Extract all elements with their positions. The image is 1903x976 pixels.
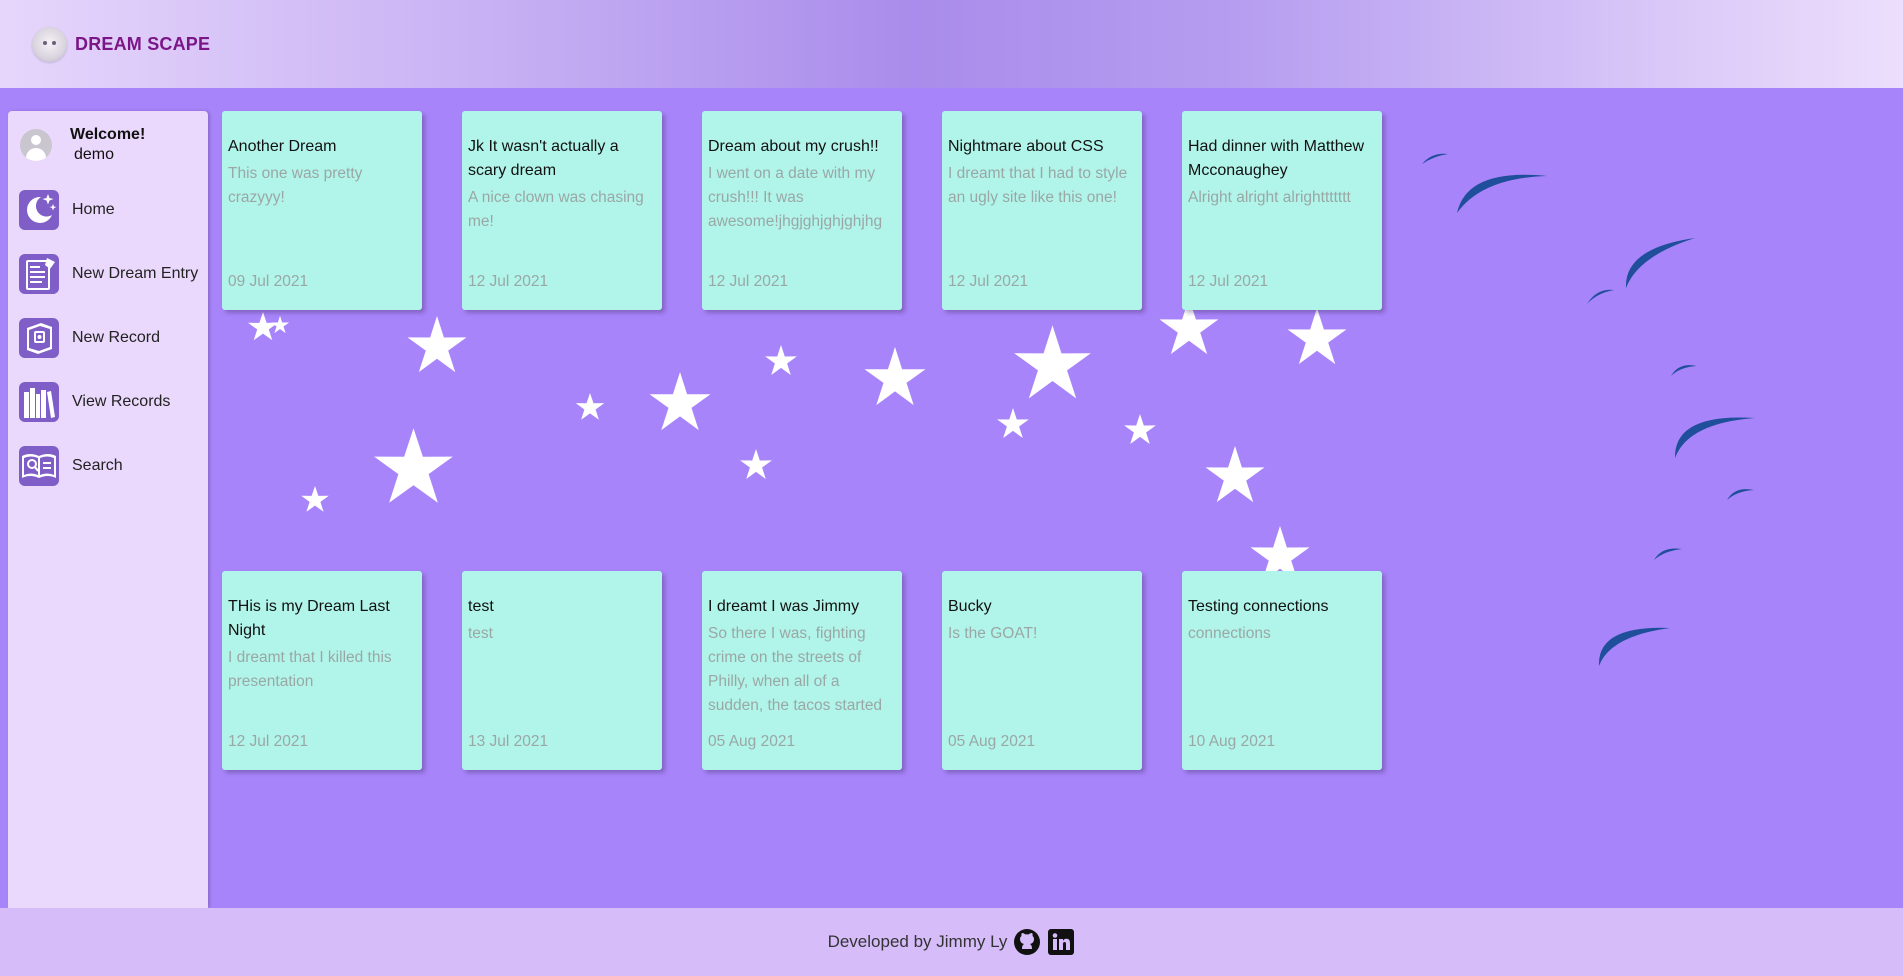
dream-title: THis is my Dream Last Night	[228, 598, 390, 639]
dream-card[interactable]: THis is my Dream Last Night I dreamt tha…	[222, 571, 422, 770]
dream-date: 10 Aug 2021	[1188, 733, 1280, 751]
dream-date: 13 Jul 2021	[468, 733, 553, 751]
dream-title: Testing connections	[1188, 598, 1329, 615]
dream-date: 09 Jul 2021	[228, 273, 313, 291]
dream-body: connections	[1188, 625, 1271, 642]
sidebar-item-label: Search	[72, 457, 123, 474]
github-icon[interactable]	[1013, 928, 1041, 956]
dream-date: 12 Jul 2021	[948, 273, 1033, 291]
dream-card[interactable]: Testing connections connections 10 Aug 2…	[1182, 571, 1382, 770]
sidebar-item-label: New Record	[72, 329, 161, 346]
dream-body: I dreamt that I killed this presentation	[228, 649, 392, 690]
dream-card[interactable]: Dream about my crush!! I went on a date …	[702, 111, 902, 310]
dream-card[interactable]: Jk It wasn't actually a scary dream A ni…	[462, 111, 662, 310]
app-logo[interactable]: DREAM SCAPE	[32, 26, 211, 62]
dream-card[interactable]: test test 13 Jul 2021	[462, 571, 662, 770]
sidebar-item-new-dream-entry[interactable]: New Dream Entry	[19, 254, 198, 294]
dream-date: 05 Aug 2021	[948, 733, 1040, 751]
dream-date: 12 Jul 2021	[1188, 273, 1273, 291]
dream-body: So there I was, fighting crime on the st…	[708, 625, 883, 714]
dream-date: 12 Jul 2021	[228, 733, 313, 751]
dream-card[interactable]: Nightmare about CSS I dreamt that I had …	[942, 111, 1142, 310]
dream-date: 12 Jul 2021	[708, 273, 793, 291]
footer: Developed by Jimmy Ly	[0, 908, 1903, 976]
dream-body: Alright alright alrighttttttt	[1188, 189, 1351, 206]
dream-date: 12 Jul 2021	[468, 273, 553, 291]
dream-card[interactable]: Bucky Is the GOAT! 05 Aug 2021	[942, 571, 1142, 770]
sidebar-item-label: New Dream Entry	[72, 265, 199, 282]
linkedin-icon[interactable]	[1047, 928, 1075, 956]
dream-title: Bucky	[948, 598, 992, 615]
dream-body: I dreamt that I had to style an ugly sit…	[948, 165, 1128, 206]
dream-card[interactable]: I dreamt I was Jimmy So there I was, fig…	[702, 571, 902, 770]
footer-credit: Developed by Jimmy Ly	[827, 932, 1008, 951]
sidebar-item-home[interactable]: Home	[19, 190, 115, 230]
avatar-icon	[20, 129, 52, 161]
bookshelf-icon	[19, 382, 59, 422]
welcome-greeting: Welcome!	[70, 126, 146, 143]
dream-date: 05 Aug 2021	[708, 733, 800, 751]
dream-card[interactable]: Had dinner with Matthew Mcconaughey Alri…	[1182, 111, 1382, 310]
sidebar-item-label: Home	[72, 201, 115, 218]
logo-badge-icon	[32, 26, 67, 62]
stars	[248, 298, 1347, 583]
dream-title: Had dinner with Matthew Mcconaughey	[1188, 138, 1365, 179]
username: demo	[74, 146, 115, 163]
dream-title: Dream about my crush!!	[708, 138, 879, 155]
record-book-icon	[19, 318, 59, 358]
dream-body: A nice clown was chasing me!	[468, 189, 644, 230]
dream-body: This one was pretty crazyyy!	[228, 165, 363, 206]
sidebar-item-view-records[interactable]: View Records	[19, 382, 170, 422]
main-content: Another Dream This one was pretty crazyy…	[212, 88, 1903, 908]
sidebar-item-new-record[interactable]: New Record	[19, 318, 160, 358]
dream-title: test	[468, 598, 494, 615]
open-book-search-icon	[19, 446, 59, 486]
moon-stars-icon	[19, 190, 59, 230]
journal-entry-icon	[19, 254, 59, 294]
dream-card[interactable]: Another Dream This one was pretty crazyy…	[222, 111, 422, 310]
dream-title: Nightmare about CSS	[948, 138, 1104, 155]
dream-title: I dreamt I was Jimmy	[708, 598, 860, 615]
moon-icon	[1412, 118, 1755, 753]
dream-body: I went on a date with my crush!!! It was…	[708, 165, 883, 230]
app-title: DREAM SCAPE	[75, 33, 211, 54]
dream-title: Another Dream	[228, 138, 337, 155]
top-bar: DREAM SCAPE	[0, 0, 1903, 88]
dream-title: Jk It wasn't actually a scary dream	[468, 138, 619, 179]
sidebar-item-search[interactable]: Search	[19, 446, 123, 486]
sidebar: Welcome! demo Home New Dream Entry New R…	[8, 111, 208, 908]
dream-body: test	[468, 625, 493, 642]
sidebar-item-label: View Records	[72, 393, 171, 410]
user-welcome: Welcome! demo	[20, 125, 145, 165]
dream-body: Is the GOAT!	[948, 625, 1038, 642]
